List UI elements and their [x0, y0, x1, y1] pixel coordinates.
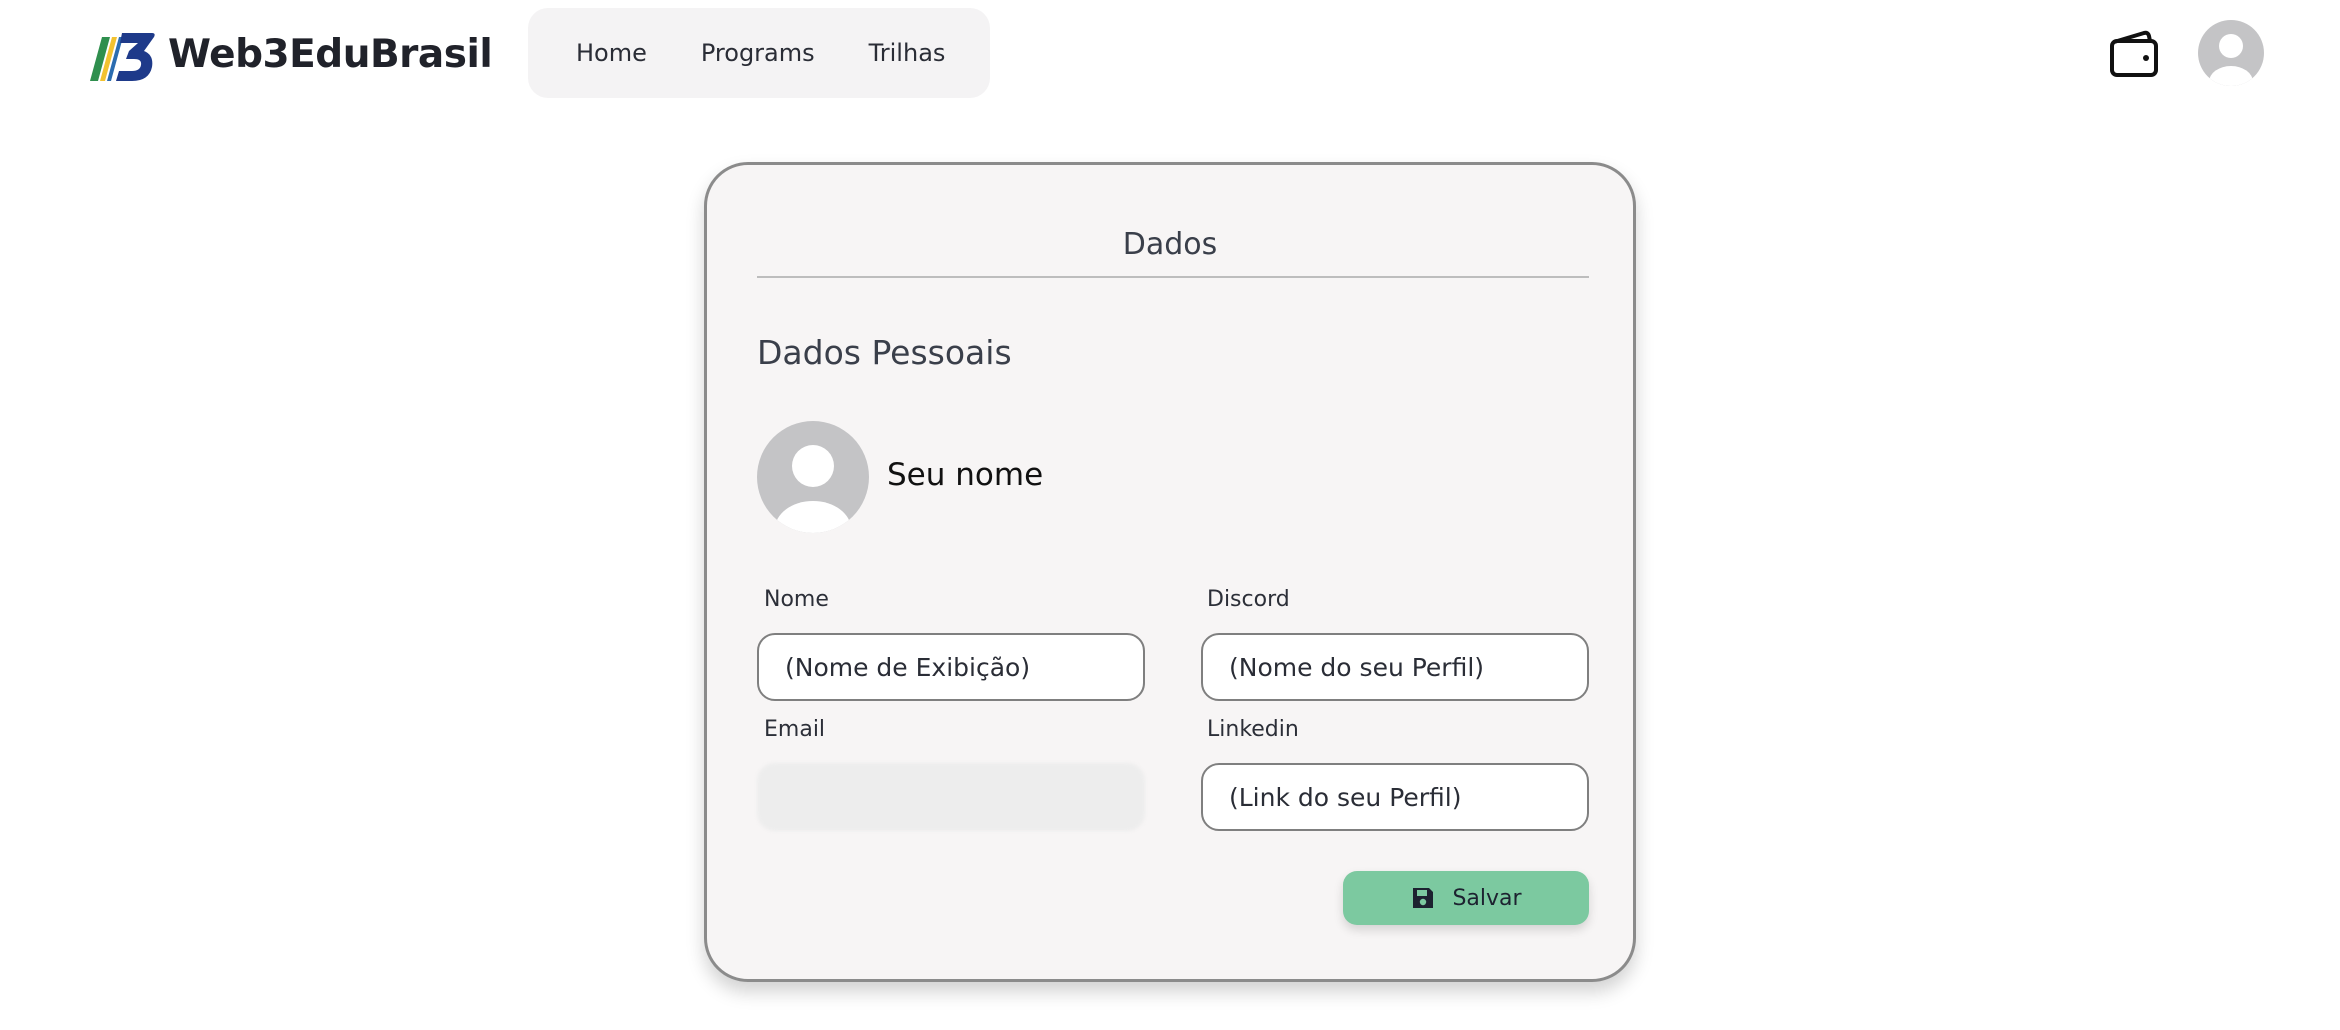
wallet-icon [2110, 30, 2158, 77]
brand-logo[interactable]: Web3EduBrasil [86, 22, 493, 86]
discord-input[interactable] [1201, 633, 1589, 701]
wallet-button[interactable] [2106, 28, 2162, 80]
nav-item-home[interactable]: Home [576, 39, 647, 67]
user-avatar-button[interactable] [2198, 20, 2264, 86]
card-divider [757, 276, 1589, 278]
email-label: Email [764, 717, 826, 742]
brand-name: Web3EduBrasil [168, 31, 493, 77]
linkedin-label: Linkedin [1207, 717, 1299, 742]
nav-item-programs[interactable]: Programs [701, 39, 815, 67]
nome-input[interactable] [757, 633, 1145, 701]
web3edubrasil-logo-icon [90, 33, 155, 81]
save-button[interactable]: Salvar [1343, 871, 1589, 925]
nav-item-trilhas[interactable]: Trilhas [869, 39, 946, 67]
linkedin-input[interactable] [1201, 763, 1589, 831]
email-input[interactable] [757, 763, 1145, 831]
user-avatar-icon [757, 421, 869, 533]
profile-display-name: Seu nome [887, 457, 1044, 493]
card-title: Dados [1122, 227, 1218, 262]
profile-avatar[interactable] [757, 421, 869, 533]
main-nav: Home Programs Trilhas [528, 8, 990, 98]
floppy-disk-icon [1413, 888, 1434, 908]
discord-label: Discord [1207, 587, 1290, 612]
save-button-label: Salvar [1452, 885, 1522, 911]
top-navbar: Web3EduBrasil Home Programs Trilhas [0, 0, 2340, 110]
user-avatar-icon [2198, 20, 2264, 86]
nome-label: Nome [764, 587, 829, 612]
profile-data-card: Dados Dados Pessoais Seu nome Nome Disco… [704, 162, 1636, 982]
section-title: Dados Pessoais [757, 333, 1012, 372]
